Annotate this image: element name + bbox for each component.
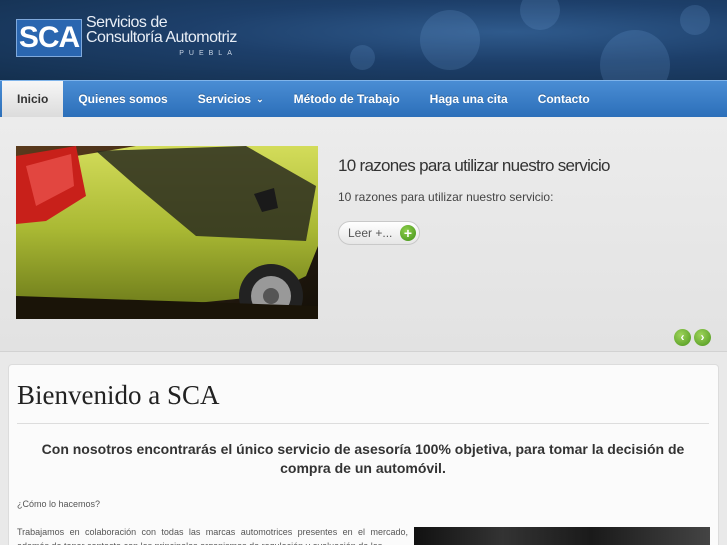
question-text: ¿Cómo lo hacemos? — [17, 499, 101, 509]
nav-item-haga-una-cita[interactable]: Haga una cita — [415, 81, 523, 117]
chevron-right-icon: › — [700, 330, 705, 344]
logo-line-1: Servicios de — [86, 14, 168, 31]
site-header: SCA Servicios de Consultoría Automotriz … — [0, 0, 727, 80]
main-nav: Inicio Quienes somos Servicios ⌄ Método … — [0, 80, 727, 117]
nav-item-quienes-somos[interactable]: Quienes somos — [63, 81, 182, 117]
video-thumbnail[interactable] — [414, 527, 710, 545]
slide-title[interactable]: 10 razones para utilizar nuestro servici… — [338, 156, 610, 176]
logo-mark: SCA — [16, 19, 82, 57]
read-more-button[interactable]: Leer +... + — [338, 221, 420, 245]
plus-icon: + — [400, 225, 416, 241]
logo-line-3: PUEBLA — [179, 50, 237, 57]
nav-item-servicios[interactable]: Servicios ⌄ — [183, 81, 279, 117]
lead-text: Con nosotros encontrarás el único servic… — [41, 441, 685, 476]
logo-line-2: Consultoría Automotriz — [86, 29, 237, 46]
divider — [17, 423, 709, 424]
body-text: Trabajamos en colaboración con todas las… — [17, 527, 408, 545]
chevron-down-icon: ⌄ — [256, 93, 264, 104]
chevron-left-icon: ‹ — [680, 330, 685, 344]
nav-item-inicio[interactable]: Inicio — [2, 81, 64, 117]
slide-text: 10 razones para utilizar nuestro servici… — [338, 190, 554, 204]
nav-item-contacto[interactable]: Contacto — [523, 81, 605, 117]
slide-image-car[interactable] — [16, 146, 318, 319]
site-logo[interactable]: SCA Servicios de Consultoría Automotriz … — [16, 14, 237, 58]
slider-prev-button[interactable]: ‹ — [674, 329, 691, 346]
page-title: Bienvenido a SCA — [17, 380, 220, 410]
nav-item-metodo-de-trabajo[interactable]: Método de Trabajo — [279, 81, 415, 117]
slider-next-button[interactable]: › — [694, 329, 711, 346]
